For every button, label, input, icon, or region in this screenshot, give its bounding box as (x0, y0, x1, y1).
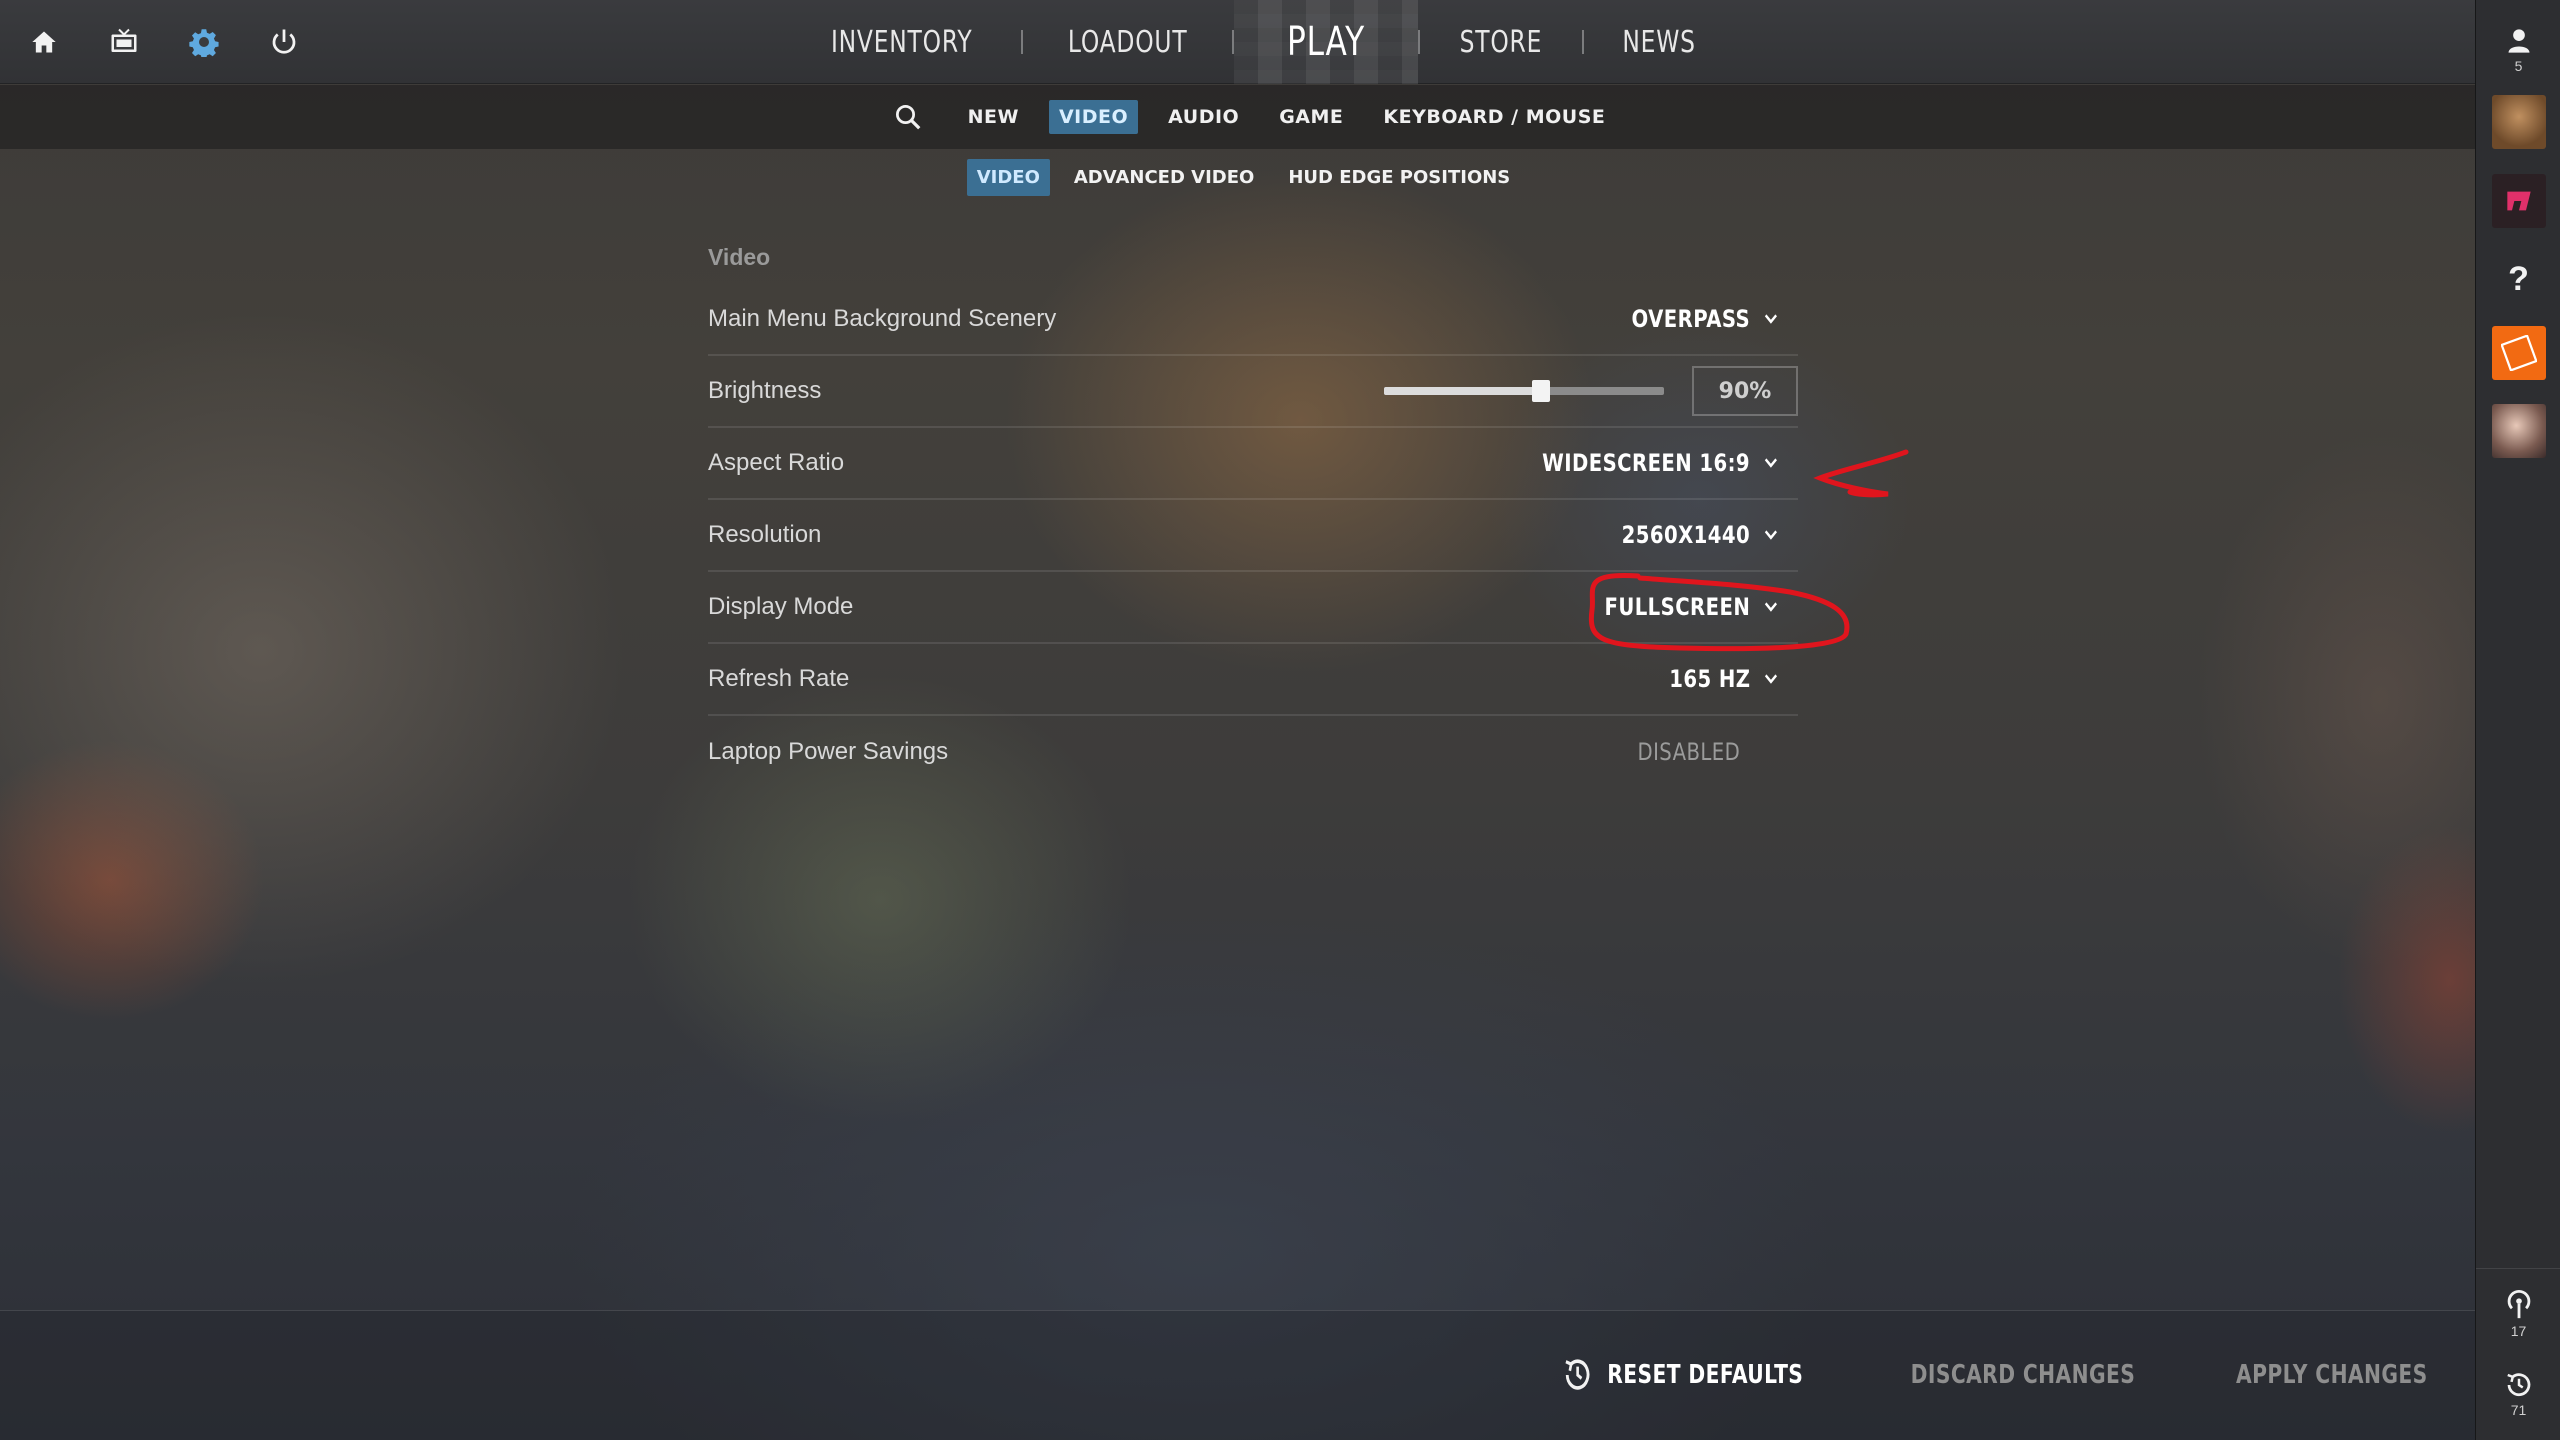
chevron-down-icon (1762, 668, 1780, 690)
orange-logo-icon (2500, 335, 2537, 371)
chevron-down-icon (1762, 524, 1780, 546)
dropdown-value: OVERPASS (1631, 305, 1751, 333)
reset-defaults-button[interactable]: RESET DEFAULTS (1562, 1355, 1803, 1395)
aspect-ratio-dropdown[interactable]: WIDESCREEN 16:9 (1543, 449, 1780, 477)
avatar (2491, 326, 2546, 380)
reset-icon (1565, 1359, 1590, 1390)
avatar (2491, 95, 2546, 149)
signal-button[interactable]: 17 (2476, 1268, 2560, 1339)
dropdown-value: WIDESCREEN 16:9 (1542, 449, 1751, 477)
avatar (2491, 174, 2546, 228)
slider-thumb[interactable] (1531, 380, 1550, 402)
broadcast-icon (2507, 1289, 2530, 1319)
friends-button[interactable]: 5 (2476, 26, 2560, 74)
setting-label: Aspect Ratio (708, 449, 845, 476)
discard-changes-button[interactable]: DISCARD CHANGES (1911, 1360, 2136, 1390)
bottom-action-bar: RESET DEFAULTS DISCARD CHANGES APPLY CHA… (0, 1310, 2475, 1440)
video-settings-panel: Video Main Menu Background Scenery OVERP… (708, 244, 1798, 788)
subtab-hud-edge-positions[interactable]: HUD EDGE POSITIONS (1278, 159, 1520, 196)
signal-count: 17 (2510, 1323, 2527, 1339)
setting-label: Resolution (708, 521, 822, 548)
settings-tab-bar: NEW VIDEO AUDIO GAME KEYBOARD / MOUSE (0, 85, 2475, 149)
history-count: 71 (2510, 1402, 2527, 1418)
section-title: Video (708, 244, 771, 270)
setting-label: Display Mode (708, 593, 854, 620)
nav-divider (1417, 30, 1420, 54)
search-icon[interactable] (890, 99, 926, 135)
friend-avatar-3[interactable]: ? (2476, 252, 2560, 306)
tab-new[interactable]: NEW (958, 100, 1029, 134)
main-nav: INVENTORY LOADOUT PLAY STORE NEWS (0, 0, 2475, 84)
nav-inventory[interactable]: INVENTORY (809, 25, 994, 60)
tab-keyboard-mouse[interactable]: KEYBOARD / MOUSE (1373, 100, 1615, 134)
setting-label: Laptop Power Savings (708, 738, 949, 765)
tab-audio[interactable]: AUDIO (1158, 100, 1249, 134)
nav-news[interactable]: NEWS (1600, 25, 1717, 60)
pink-logo-icon (2506, 191, 2531, 211)
chevron-down-icon (1762, 308, 1780, 330)
avatar: ? (2492, 252, 2546, 306)
friends-count: 5 (2514, 58, 2523, 74)
friend-avatar-2[interactable] (2476, 174, 2560, 228)
laptop-power-savings-value: DISABLED (1637, 738, 1740, 766)
nav-play-container: PLAY (1233, 0, 1418, 84)
video-subtab-bar: VIDEO ADVANCED VIDEO HUD EDGE POSITIONS (0, 158, 2475, 196)
nav-loadout[interactable]: LOADOUT (1046, 25, 1209, 60)
dropdown-value: 2560X1440 (1622, 521, 1751, 549)
question-mark-icon: ? (2508, 259, 2529, 298)
setting-row-laptop-power-savings: Laptop Power Savings DISABLED (708, 716, 1798, 788)
nav-divider (1020, 30, 1023, 54)
subtab-advanced-video[interactable]: ADVANCED VIDEO (1064, 159, 1264, 196)
slider-fill (1384, 387, 1541, 395)
person-icon (2508, 29, 2529, 53)
history-icon (2506, 1373, 2530, 1397)
friend-avatar-5[interactable] (2476, 404, 2560, 458)
reset-defaults-label: RESET DEFAULTS (1607, 1360, 1804, 1390)
nav-play[interactable]: PLAY (1254, 19, 1398, 65)
setting-label: Brightness (708, 377, 822, 404)
background-scenery-dropdown[interactable]: OVERPASS (1632, 305, 1780, 333)
nav-divider (1581, 30, 1584, 54)
setting-row-background-scenery: Main Menu Background Scenery OVERPASS (708, 284, 1798, 356)
dropdown-value: 165 HZ (1669, 665, 1751, 693)
avatar (2491, 404, 2546, 458)
setting-row-refresh-rate: Refresh Rate 165 HZ (708, 644, 1798, 716)
subtab-video[interactable]: VIDEO (966, 158, 1050, 196)
dropdown-value: FULLSCREEN (1604, 593, 1751, 621)
top-navigation-bar: INVENTORY LOADOUT PLAY STORE NEWS (0, 0, 2475, 84)
setting-row-brightness: Brightness 90% (708, 356, 1798, 428)
display-mode-dropdown[interactable]: FULLSCREEN (1605, 593, 1780, 621)
friend-avatar-4[interactable] (2476, 326, 2560, 380)
setting-row-resolution: Resolution 2560X1440 (708, 500, 1798, 572)
brightness-value-field[interactable]: 90% (1692, 366, 1798, 416)
setting-label: Refresh Rate (708, 665, 850, 692)
brightness-control: 90% (1384, 366, 1798, 416)
brightness-slider[interactable] (1384, 380, 1664, 402)
refresh-rate-dropdown[interactable]: 165 HZ (1669, 665, 1780, 693)
history-button[interactable]: 71 (2476, 1370, 2560, 1418)
setting-row-aspect-ratio: Aspect Ratio WIDESCREEN 16:9 (708, 428, 1798, 500)
apply-changes-button[interactable]: APPLY CHANGES (2236, 1360, 2428, 1390)
setting-row-display-mode: Display Mode FULLSCREEN (708, 572, 1798, 644)
friend-avatar-1[interactable] (2476, 95, 2560, 149)
right-sidebar: 5 ? 17 71 (2475, 0, 2560, 1440)
chevron-down-icon (1762, 596, 1780, 618)
resolution-dropdown[interactable]: 2560X1440 (1622, 521, 1780, 549)
chevron-down-icon (1762, 452, 1780, 474)
tab-video[interactable]: VIDEO (1048, 100, 1139, 134)
setting-label: Main Menu Background Scenery (708, 305, 1057, 332)
tab-game[interactable]: GAME (1269, 100, 1353, 134)
nav-store[interactable]: STORE (1438, 25, 1564, 60)
